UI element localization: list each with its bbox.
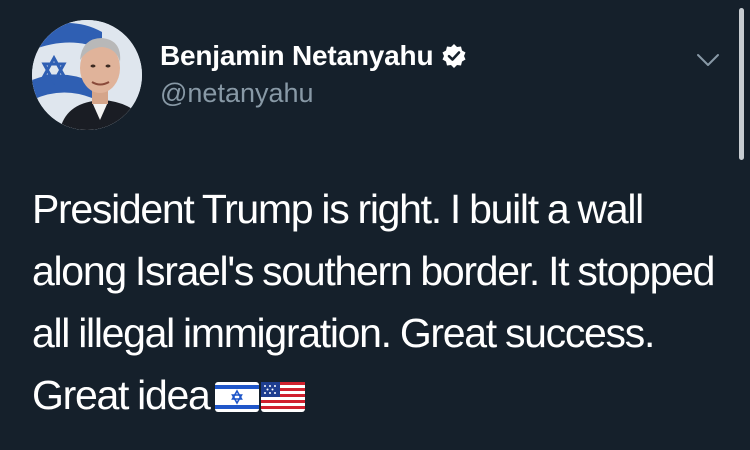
- author-name-row: Benjamin Netanyahu: [160, 38, 467, 74]
- avatar-image: [32, 20, 142, 130]
- tweet-card[interactable]: Benjamin Netanyahu @netanyahu President …: [0, 0, 750, 450]
- verified-badge-icon: [441, 43, 467, 69]
- author-handle[interactable]: @netanyahu: [160, 78, 467, 109]
- author-display-name[interactable]: Benjamin Netanyahu: [160, 40, 434, 72]
- israel-flag-emoji-icon: [215, 367, 260, 429]
- chevron-down-icon[interactable]: [694, 46, 722, 74]
- scrollbar-thumb[interactable]: [739, 8, 744, 160]
- tweet-text-block: President Trump is right. I built a wall…: [32, 178, 722, 429]
- author-info: Benjamin Netanyahu @netanyahu: [160, 38, 467, 109]
- us-flag-emoji-icon: [261, 367, 306, 429]
- author-avatar[interactable]: [32, 20, 142, 130]
- tweet-text: President Trump is right. I built a wall…: [32, 186, 715, 418]
